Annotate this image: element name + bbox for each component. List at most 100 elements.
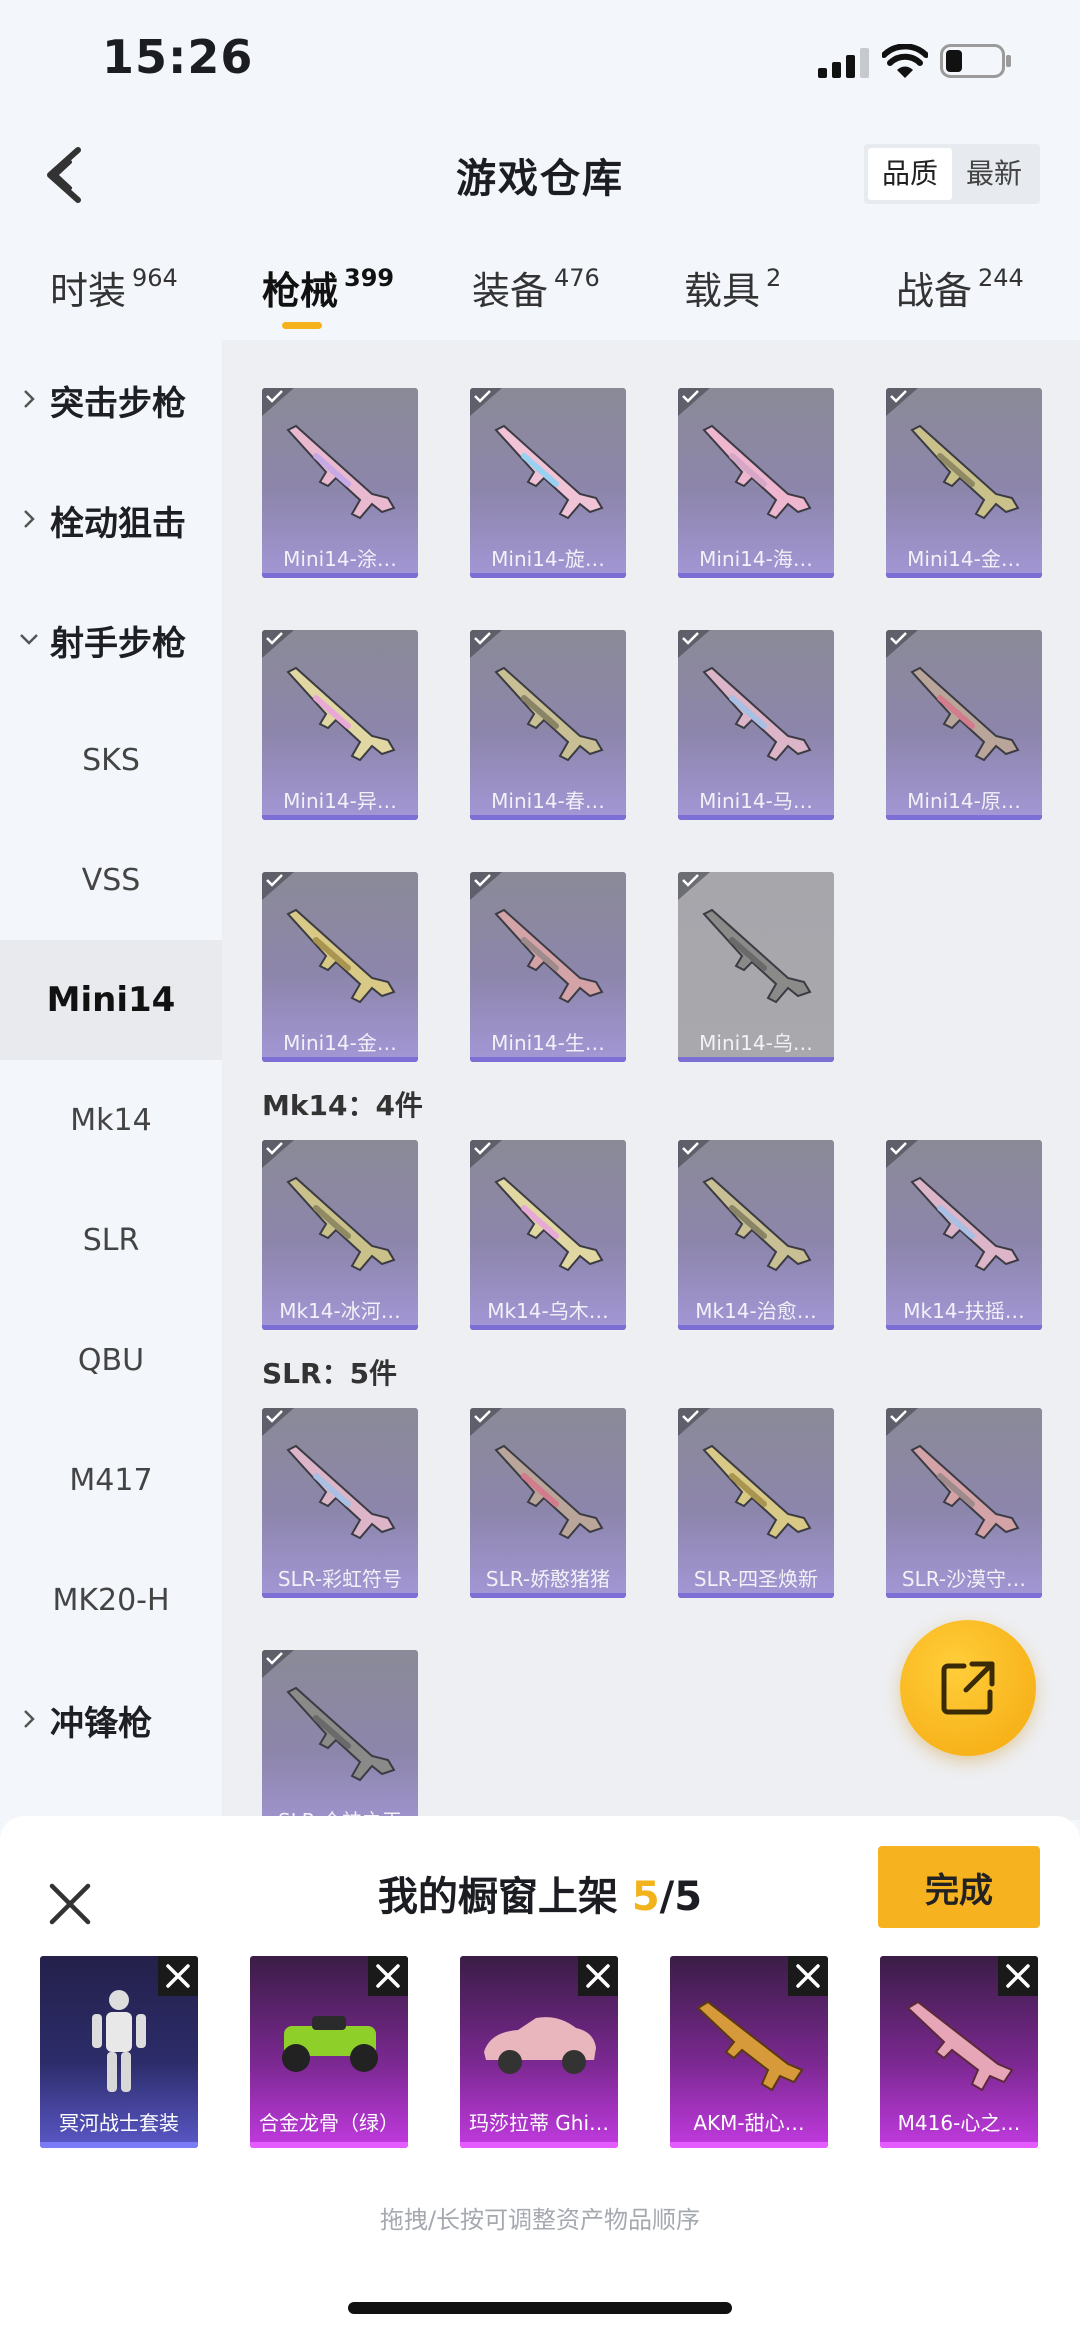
remove-item-close-icon[interactable] [998, 1956, 1038, 1996]
sidebar-item-slr[interactable]: SLR [0, 1180, 222, 1300]
rarity-bar [886, 1593, 1042, 1598]
rarity-bar [262, 1325, 418, 1330]
tab-label: 枪械 [262, 269, 339, 313]
weapon-skin-image [286, 908, 396, 1004]
weapon-skin-card[interactable]: SLR-沙漠守… [886, 1408, 1042, 1598]
sidebar-item-assault-rifles[interactable]: 突击步枪 [0, 340, 222, 460]
showcase-current-count: 5 [631, 1874, 660, 1920]
weapon-skin-card[interactable]: Mini14-原… [886, 630, 1042, 820]
sidebar-item-mk14[interactable]: Mk14 [0, 1060, 222, 1180]
sort-by-quality-button[interactable]: 品质 [868, 148, 952, 200]
weapon-skin-card[interactable]: SLR-彩虹符号 [262, 1408, 418, 1598]
weapon-skin-card[interactable]: Mini14-马… [678, 630, 834, 820]
showcase-item-outfit[interactable]: 冥河战士套装 [40, 1956, 198, 2148]
done-button[interactable]: 完成 [878, 1846, 1040, 1928]
section-heading-slr: SLR：5件 [262, 1357, 398, 1390]
weapon-skin-card[interactable]: Mini14-海… [678, 388, 834, 578]
showcase-item-label: 冥河战士套装 [59, 2111, 179, 2135]
weapon-skin-card[interactable]: Mini14-金… [886, 388, 1042, 578]
rarity-bar [40, 2142, 198, 2148]
weapon-skin-image [494, 908, 604, 1004]
rarity-bar [880, 2142, 1038, 2148]
rarity-bar [470, 1325, 626, 1330]
tab-vehicles[interactable]: 载具 2 [684, 260, 781, 315]
sidebar-item-sks[interactable]: SKS [0, 700, 222, 820]
weapon-skin-card[interactable]: Mk14-冰河… [262, 1140, 418, 1330]
rarity-bar [678, 1057, 834, 1062]
sidebar-item-m417[interactable]: M417 [0, 1420, 222, 1540]
sidebar-item-bolt-action-snipers[interactable]: 栓动狙击 [0, 460, 222, 580]
rarity-bar [678, 1325, 834, 1330]
sidebar-item-mk20h[interactable]: MK20-H [0, 1540, 222, 1660]
category-tabs: 时装 964 枪械 399 装备 476 载具 2 战备 244 [0, 250, 1080, 340]
tab-supplies[interactable]: 战备 244 [896, 260, 1024, 315]
weapon-skin-card[interactable]: Mini14-金… [262, 872, 418, 1062]
weapon-skin-name: Mk14-乌木… [487, 1299, 609, 1323]
rarity-bar [678, 573, 834, 578]
showcase-item-label: AKM-甜心… [693, 2111, 805, 2135]
rarity-bar [262, 815, 418, 820]
weapon-skin-card[interactable]: Mini14-乌… [678, 872, 834, 1062]
sort-by-newest-button[interactable]: 最新 [952, 148, 1036, 200]
rarity-bar [678, 815, 834, 820]
weapon-skin-image [702, 1444, 812, 1540]
tab-equipment[interactable]: 装备 476 [472, 260, 600, 315]
remove-item-close-icon[interactable] [578, 1956, 618, 1996]
remove-item-close-icon[interactable] [788, 1956, 828, 1996]
remove-item-close-icon[interactable] [368, 1956, 408, 1996]
weapon-skin-card[interactable]: Mk14-治愈… [678, 1140, 834, 1330]
sidebar-item-smgs[interactable]: 冲锋枪 [0, 1660, 222, 1780]
status-bar: 15:26 [0, 0, 1080, 120]
weapon-skin-image [286, 1686, 396, 1782]
weapon-skin-name: Mini14-乌… [699, 1031, 813, 1055]
weapon-skin-image [494, 424, 604, 520]
sidebar-item-dmr[interactable]: 射手步枪 [0, 580, 222, 700]
weapon-skin-card[interactable]: SLR-众神之王 [262, 1650, 418, 1820]
weapon-skin-card[interactable]: Mini14-涂… [262, 388, 418, 578]
chevron-right-icon [24, 390, 35, 408]
battery-icon [940, 44, 1011, 78]
weapon-skin-name: Mini14-春… [491, 789, 605, 813]
weapon-skin-name: Mini14-金… [283, 1031, 397, 1055]
weapon-skin-card[interactable]: Mini14-生… [470, 872, 626, 1062]
tab-guns[interactable]: 枪械 399 [262, 260, 394, 315]
showcase-item-car[interactable]: 玛莎拉蒂 Ghi… [460, 1956, 618, 2148]
weapon-skin-card[interactable]: Mini14-异… [262, 630, 418, 820]
section-heading-mk14: Mk14：4件 [262, 1089, 423, 1122]
cellular-signal-icon [818, 48, 869, 78]
weapon-skin-name: Mini14-海… [699, 547, 813, 571]
showcase-item-vehicle[interactable]: 合金龙骨（绿） [250, 1956, 408, 2148]
tab-label: 载具 [684, 269, 761, 313]
weapon-skin-name: Mini14-原… [907, 789, 1021, 813]
rarity-bar [886, 1325, 1042, 1330]
chevron-right-icon [24, 1710, 35, 1728]
weapon-skin-card[interactable]: Mk14-扶摇… [886, 1140, 1042, 1330]
weapon-skin-image [286, 1176, 396, 1272]
sidebar-item-vss[interactable]: VSS [0, 820, 222, 940]
rarity-bar [250, 2142, 408, 2148]
showcase-item-akm[interactable]: AKM-甜心… [670, 1956, 828, 2148]
weapon-skin-name: SLR-沙漠守… [901, 1567, 1027, 1591]
showcase-item-m416[interactable]: M416-心之… [880, 1956, 1038, 2148]
showcase-item-label: M416-心之… [897, 2111, 1021, 2135]
remove-item-close-icon[interactable] [158, 1956, 198, 1996]
weapon-skin-name: Mini14-旋… [491, 547, 605, 571]
car-image [484, 2017, 596, 2074]
reorder-hint: 拖拽/长按可调整资产物品顺序 [379, 2206, 701, 2234]
weapon-skin-card[interactable]: SLR-娇憨猪猪 [470, 1408, 626, 1598]
sidebar-item-mini14[interactable]: Mini14 [0, 940, 222, 1060]
weapon-skin-card[interactable]: Mini14-旋… [470, 388, 626, 578]
tab-label: 战备 [896, 269, 973, 313]
active-tab-indicator [282, 322, 322, 329]
share-button[interactable] [900, 1620, 1036, 1756]
weapon-skin-card[interactable]: Mk14-乌木… [470, 1140, 626, 1330]
rarity-bar [886, 815, 1042, 820]
weapon-skin-image [910, 1444, 1020, 1540]
weapon-skin-name: Mk14-扶摇… [903, 1299, 1025, 1323]
weapon-skin-card[interactable]: Mini14-春… [470, 630, 626, 820]
sidebar-item-qbu[interactable]: QBU [0, 1300, 222, 1420]
tab-count: 2 [766, 264, 782, 292]
weapon-skin-card[interactable]: SLR-四圣焕新 [678, 1408, 834, 1598]
tab-fashion[interactable]: 时装 964 [50, 260, 178, 315]
weapon-skin-image [286, 666, 396, 762]
